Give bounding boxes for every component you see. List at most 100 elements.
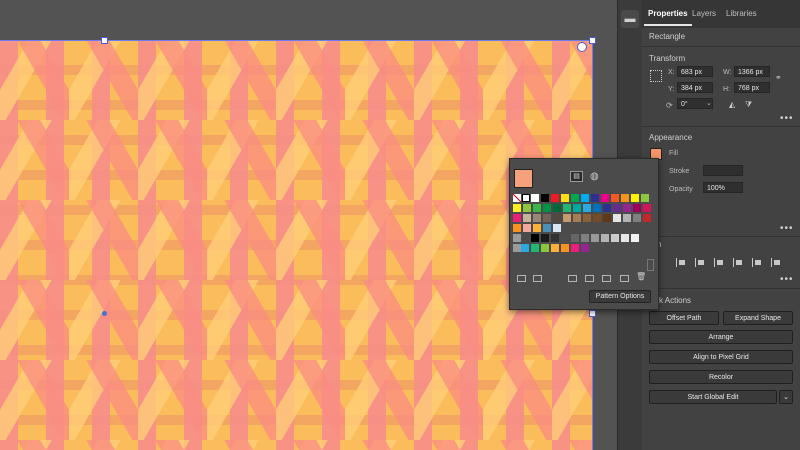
color-swatch[interactable] <box>571 244 579 252</box>
color-swatch[interactable] <box>573 204 581 212</box>
color-swatch[interactable] <box>531 194 539 202</box>
y-field[interactable]: 384 px <box>677 82 713 93</box>
arrange-button[interactable]: Arrange <box>649 330 793 344</box>
color-swatch[interactable] <box>523 214 531 222</box>
color-swatch[interactable] <box>581 194 589 202</box>
color-swatch[interactable] <box>553 204 561 212</box>
color-swatch[interactable] <box>543 214 551 222</box>
link-proportions-icon[interactable]: ⚭ <box>775 73 782 82</box>
expand-shape-button[interactable]: Expand Shape <box>723 311 793 325</box>
color-swatch[interactable] <box>603 204 611 212</box>
swatch-options-icon[interactable] <box>568 275 577 282</box>
color-swatch[interactable] <box>591 194 599 202</box>
color-swatch[interactable] <box>611 234 619 242</box>
corner-widget-icon[interactable] <box>577 42 587 52</box>
color-swatch[interactable] <box>551 244 559 252</box>
color-swatch[interactable] <box>523 204 531 212</box>
color-swatch[interactable] <box>613 204 621 212</box>
library-icon[interactable] <box>517 275 526 282</box>
more-options-icon[interactable]: ••• <box>780 113 794 124</box>
color-swatch[interactable] <box>561 194 569 202</box>
color-swatch[interactable] <box>623 214 631 222</box>
color-swatch[interactable] <box>541 234 549 242</box>
align-right-icon[interactable] <box>714 258 724 267</box>
color-swatch[interactable] <box>543 204 551 212</box>
color-swatch[interactable] <box>531 234 539 242</box>
color-swatch[interactable] <box>601 194 609 202</box>
tab-properties[interactable]: Properties <box>648 9 688 18</box>
align-bottom-icon[interactable] <box>771 258 781 267</box>
reference-point-icon[interactable] <box>650 70 662 82</box>
color-swatch[interactable] <box>603 214 611 222</box>
color-swatch[interactable] <box>563 204 571 212</box>
color-swatch[interactable] <box>613 214 621 222</box>
color-swatch[interactable] <box>541 194 549 202</box>
chevron-down-icon[interactable]: ⌄ <box>706 99 712 107</box>
swatch-scrollbar[interactable] <box>647 259 654 271</box>
color-swatch[interactable] <box>521 244 529 252</box>
opacity-field[interactable]: 100% <box>703 182 743 193</box>
color-swatch[interactable] <box>641 194 649 202</box>
new-folder-icon[interactable] <box>602 275 611 282</box>
color-swatch[interactable] <box>543 224 551 232</box>
trash-icon[interactable]: 🗑 <box>636 272 646 281</box>
global-edit-dropdown[interactable]: ⌄ <box>779 390 793 404</box>
stroke-weight-field[interactable] <box>703 165 743 176</box>
color-swatch[interactable] <box>593 214 601 222</box>
color-swatch[interactable] <box>573 214 581 222</box>
color-swatch[interactable] <box>561 244 569 252</box>
color-swatch[interactable] <box>621 194 629 202</box>
color-swatch[interactable] <box>581 244 589 252</box>
color-swatch[interactable] <box>513 204 521 212</box>
align-center-icon[interactable] <box>695 258 705 267</box>
color-group-icon[interactable] <box>585 275 594 282</box>
color-swatch[interactable] <box>513 214 521 222</box>
color-swatch[interactable] <box>531 244 539 252</box>
color-swatch[interactable] <box>571 234 579 242</box>
color-swatch[interactable] <box>563 214 571 222</box>
pattern-rectangle[interactable] <box>0 40 592 450</box>
color-swatch[interactable] <box>643 214 651 222</box>
selection-handle-top-right[interactable] <box>589 37 596 44</box>
color-swatch[interactable] <box>631 234 639 242</box>
color-swatch[interactable] <box>633 204 641 212</box>
align-left-icon[interactable] <box>676 258 686 267</box>
tab-layers[interactable]: Layers <box>692 9 716 18</box>
align-to-pixel-grid-button[interactable]: Align to Pixel Grid <box>649 350 793 364</box>
swatch-kind-icon[interactable] <box>533 275 542 282</box>
color-swatch[interactable] <box>591 234 599 242</box>
color-swatch[interactable] <box>523 224 531 232</box>
height-field[interactable]: 768 px <box>734 82 770 93</box>
start-global-edit-button[interactable]: Start Global Edit <box>649 390 777 404</box>
recolor-button[interactable]: Recolor <box>649 370 793 384</box>
color-swatch[interactable] <box>533 224 541 232</box>
color-swatch[interactable] <box>541 244 549 252</box>
registration-swatch[interactable] <box>522 194 530 202</box>
color-swatch[interactable] <box>633 214 641 222</box>
color-swatch[interactable] <box>551 234 559 242</box>
color-swatch[interactable] <box>553 224 561 232</box>
selection-handle-right[interactable] <box>589 310 596 317</box>
more-options-icon[interactable]: ••• <box>780 223 794 234</box>
color-swatch[interactable] <box>551 194 559 202</box>
selection-handle-top[interactable] <box>101 37 108 44</box>
align-middle-icon[interactable] <box>752 258 762 267</box>
color-picker-icon[interactable]: ◍ <box>590 171 599 182</box>
color-swatch[interactable] <box>513 224 521 232</box>
color-swatch[interactable] <box>553 214 561 222</box>
color-swatch[interactable] <box>611 194 619 202</box>
color-swatch[interactable] <box>533 204 541 212</box>
width-field[interactable]: 1366 px <box>734 66 770 77</box>
tab-libraries[interactable]: Libraries <box>726 9 757 18</box>
color-swatch[interactable] <box>631 194 639 202</box>
swatch-folder-icon[interactable] <box>513 244 521 252</box>
color-swatch[interactable] <box>583 214 591 222</box>
color-swatch[interactable] <box>561 234 569 242</box>
offset-path-button[interactable]: Offset Path <box>649 311 719 325</box>
color-swatch[interactable] <box>621 234 629 242</box>
color-swatch[interactable] <box>643 204 651 212</box>
align-top-icon[interactable] <box>733 258 743 267</box>
color-swatch[interactable] <box>571 194 579 202</box>
color-swatch[interactable] <box>533 214 541 222</box>
color-swatch[interactable] <box>593 204 601 212</box>
